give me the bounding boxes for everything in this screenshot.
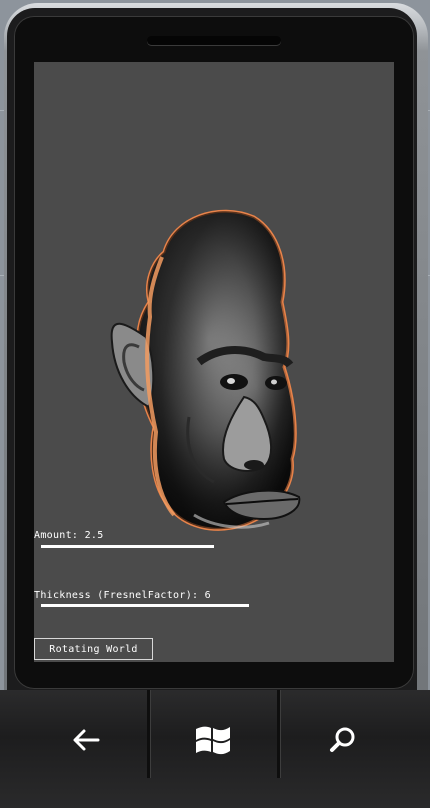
rendered-head-model bbox=[104, 197, 304, 537]
search-button[interactable] bbox=[293, 710, 393, 770]
speaker-grille bbox=[147, 36, 281, 45]
thickness-label: Thickness (FresnelFactor): 6 bbox=[34, 590, 211, 601]
thickness-slider[interactable] bbox=[41, 604, 249, 607]
windows-logo-icon bbox=[196, 726, 230, 755]
head-illustration bbox=[110, 209, 301, 531]
nav-divider bbox=[277, 690, 280, 778]
app-screen: Amount: 2.5 Thickness (FresnelFactor): 6… bbox=[34, 62, 394, 662]
back-button[interactable] bbox=[36, 710, 136, 770]
rotating-world-button[interactable]: Rotating World bbox=[34, 638, 153, 660]
amount-label: Amount: 2.5 bbox=[34, 530, 104, 541]
hardware-nav-bar bbox=[14, 690, 414, 808]
amount-slider[interactable] bbox=[41, 545, 214, 548]
back-arrow-icon bbox=[73, 729, 100, 751]
start-button[interactable] bbox=[163, 710, 263, 770]
search-icon bbox=[330, 727, 355, 752]
nav-divider bbox=[147, 690, 150, 778]
